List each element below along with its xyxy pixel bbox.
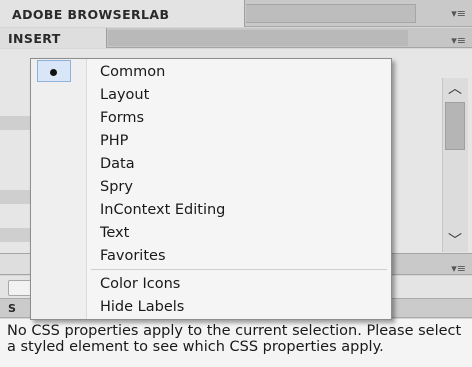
- scroll-up-arrow-icon[interactable]: ︿: [442, 78, 468, 100]
- menu-item-label: Data: [100, 156, 135, 172]
- menu-item-label: InContext Editing: [100, 202, 226, 218]
- menu-item-label: Forms: [100, 110, 145, 126]
- menu-separator: [91, 269, 387, 270]
- menu-item-label: Color Icons: [100, 276, 181, 292]
- insert-item-stub[interactable]: [0, 228, 33, 242]
- menu-item-php[interactable]: PHP: [31, 130, 391, 153]
- scroll-down-arrow-icon[interactable]: ﹀: [442, 230, 468, 252]
- menu-item-label: Hide Labels: [100, 299, 185, 315]
- menu-item-incontext-editing[interactable]: InContext Editing: [31, 199, 391, 222]
- tabstrip-filler: [246, 4, 416, 23]
- css-section-label: S: [8, 302, 16, 315]
- tab-insert[interactable]: INSERT: [0, 28, 107, 48]
- menu-item-spry[interactable]: Spry: [31, 176, 391, 199]
- menu-item-label: Favorites: [100, 248, 166, 264]
- menu-item-hide-labels[interactable]: Hide Labels: [31, 296, 391, 319]
- insert-panel-tabstrip: INSERT: [0, 28, 472, 48]
- insert-category-menu: Common Layout Forms PHP Data Spry InCont…: [30, 58, 392, 320]
- browserlab-panel-tabstrip: ADOBE BROWSERLAB: [0, 0, 472, 27]
- css-mode-toggle[interactable]: [8, 280, 32, 296]
- menu-item-forms[interactable]: Forms: [31, 107, 391, 130]
- tab-adobe-browserlab[interactable]: ADOBE BROWSERLAB: [0, 0, 245, 27]
- menu-item-label: PHP: [100, 133, 129, 149]
- menu-item-label: Layout: [100, 87, 150, 103]
- css-empty-message: No CSS properties apply to the current s…: [7, 323, 462, 355]
- menu-item-data[interactable]: Data: [31, 153, 391, 176]
- menu-item-label: Text: [100, 225, 130, 241]
- menu-item-common[interactable]: Common: [31, 61, 391, 84]
- menu-item-label: Spry: [100, 179, 133, 195]
- menu-item-layout[interactable]: Layout: [31, 84, 391, 107]
- panel-options-menu-icon[interactable]: ▾≡: [448, 8, 466, 20]
- tabstrip-filler: [108, 30, 408, 46]
- menu-item-label: Common: [100, 64, 166, 80]
- insert-item-stub[interactable]: [0, 116, 33, 130]
- menu-item-color-icons[interactable]: Color Icons: [31, 273, 391, 296]
- menu-item-text[interactable]: Text: [31, 222, 391, 245]
- insert-item-stub[interactable]: [0, 190, 33, 204]
- css-panel-body: No CSS properties apply to the current s…: [0, 319, 472, 367]
- insert-panel-options-icon[interactable]: ▾≡: [448, 35, 466, 47]
- css-panel-options-icon[interactable]: ▾≡: [448, 263, 466, 275]
- menu-item-favorites[interactable]: Favorites: [31, 245, 391, 268]
- scroll-thumb[interactable]: [445, 102, 465, 150]
